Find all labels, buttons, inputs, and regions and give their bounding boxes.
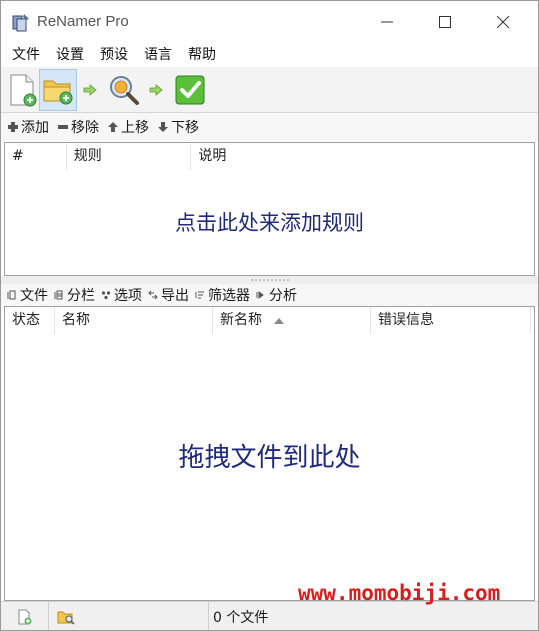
files-icon	[7, 290, 16, 300]
add-files-button[interactable]	[4, 69, 42, 111]
files-menu-button[interactable]: 文件	[7, 285, 48, 305]
export-menu-button[interactable]: 导出	[148, 285, 189, 305]
options-menu-button[interactable]: 选项	[101, 285, 142, 305]
rename-button[interactable]	[171, 69, 209, 111]
column-header-index[interactable]: #	[5, 143, 67, 170]
rules-placeholder[interactable]: 点击此处来添加规则	[5, 207, 534, 237]
menu-language[interactable]: 语言	[136, 43, 180, 67]
rules-list-header: # 规则 说明	[5, 143, 534, 170]
analyze-menu-label: 分析	[269, 288, 297, 304]
arrow-down-icon	[158, 122, 168, 132]
preview-button[interactable]	[105, 69, 143, 111]
column-header-rule[interactable]: 规则	[67, 143, 192, 170]
options-icon	[101, 291, 111, 300]
splitter-grip	[250, 279, 290, 281]
add-rule-label: 添加	[21, 120, 49, 136]
filter-icon	[195, 291, 204, 299]
status-filter[interactable]	[49, 602, 209, 630]
minimize-button[interactable]	[358, 1, 416, 43]
columns-menu-button[interactable]: 分栏	[54, 285, 95, 305]
filter-menu-label: 筛选器	[208, 288, 250, 304]
menu-file[interactable]: 文件	[4, 43, 48, 67]
filter-menu-button[interactable]: 筛选器	[195, 285, 250, 305]
app-logo-icon	[12, 14, 29, 32]
menu-presets[interactable]: 预设	[92, 43, 136, 67]
move-up-label: 上移	[121, 120, 149, 136]
add-rule-button[interactable]: 添加	[7, 117, 49, 137]
column-header-name[interactable]: 名称	[55, 307, 213, 334]
add-file-small-icon	[18, 609, 31, 624]
rename-check-icon	[175, 75, 205, 105]
files-menu-label: 文件	[20, 288, 48, 304]
close-icon	[497, 16, 509, 28]
files-list-header: 状态 名称 新名称 错误信息	[5, 307, 534, 334]
column-header-description[interactable]: 说明	[191, 143, 534, 170]
remove-rule-label: 移除	[71, 120, 99, 136]
status-add-files[interactable]	[1, 602, 49, 630]
column-header-new-name[interactable]: 新名称	[213, 307, 371, 334]
sort-ascending-icon	[274, 318, 284, 324]
files-placeholder[interactable]: 拖拽文件到此处	[5, 437, 534, 474]
export-menu-label: 导出	[161, 288, 189, 304]
remove-rule-button[interactable]: 移除	[57, 117, 99, 137]
menu-help[interactable]: 帮助	[180, 43, 224, 67]
arrow-up-icon	[108, 122, 118, 132]
preview-icon	[110, 76, 139, 105]
main-toolbar	[1, 67, 538, 113]
close-button[interactable]	[474, 1, 532, 43]
title-bar[interactable]: ReNamer Pro	[1, 1, 538, 43]
add-folders-button[interactable]	[39, 69, 77, 111]
move-up-button[interactable]: 上移	[107, 117, 149, 137]
plus-icon	[8, 122, 18, 132]
minimize-icon	[381, 21, 393, 23]
files-list[interactable]: 状态 名称 新名称 错误信息 拖拽文件到此处	[4, 306, 535, 601]
columns-menu-label: 分栏	[67, 288, 95, 304]
arrow-right-icon	[83, 84, 97, 96]
analyze-icon	[256, 291, 264, 299]
menu-bar: 文件 设置 预设 语言 帮助	[1, 43, 538, 67]
column-header-new-name-label: 新名称	[220, 312, 262, 328]
move-down-button[interactable]: 下移	[157, 117, 199, 137]
menu-settings[interactable]: 设置	[48, 43, 92, 67]
files-action-bar: 文件 分栏 选项 导出 筛选器 分析	[1, 284, 538, 306]
add-files-icon	[10, 74, 37, 107]
status-bar: 0 个文件	[1, 601, 538, 630]
minus-icon	[58, 125, 68, 129]
analyze-menu-button[interactable]: 分析	[256, 285, 297, 305]
columns-icon	[54, 290, 63, 300]
rules-list[interactable]: # 规则 说明 点击此处来添加规则	[4, 142, 535, 276]
app-window: ReNamer Pro 文件 设置 预设 语言 帮助 添加 移除 上移 下移 #…	[0, 0, 539, 631]
column-header-error[interactable]: 错误信息	[371, 307, 531, 334]
arrow-right-icon	[149, 84, 163, 96]
status-file-count-segment: 0 个文件	[209, 602, 538, 630]
rules-action-bar: 添加 移除 上移 下移	[1, 113, 538, 141]
add-folders-icon	[43, 80, 73, 105]
file-count-text: 0 个文件	[213, 609, 269, 626]
options-menu-label: 选项	[114, 288, 142, 304]
folder-search-icon	[57, 611, 75, 625]
move-down-label: 下移	[171, 120, 199, 136]
column-header-status[interactable]: 状态	[5, 307, 55, 334]
maximize-button[interactable]	[416, 1, 474, 43]
maximize-icon	[439, 16, 451, 28]
watermark: www.momobiji.com	[298, 581, 501, 605]
window-title: ReNamer Pro	[37, 13, 129, 30]
export-icon	[148, 290, 158, 300]
panel-splitter[interactable]	[1, 276, 538, 284]
